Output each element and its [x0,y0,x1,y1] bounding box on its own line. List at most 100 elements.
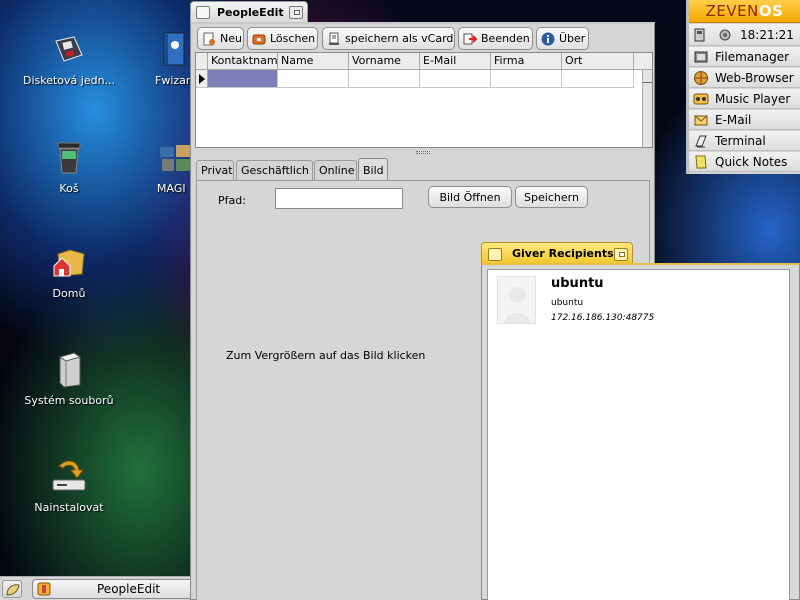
about-button[interactable]: Über [536,27,589,50]
save-image-button[interactable]: Speichern [515,186,588,208]
taskbar: PeopleEdit [0,576,190,600]
menu-item-terminal[interactable]: Terminal [689,131,800,151]
column-header-firma[interactable]: Firma [491,53,562,70]
menu-item-label: E-Mail [715,112,752,127]
clock-row: 18:21:21 [689,24,800,46]
desktop-icon-label: Nainstalovat [34,501,104,514]
column-header-name[interactable]: Name [278,53,349,70]
window-zoom-button[interactable] [614,248,628,261]
table-cell[interactable] [491,70,562,88]
email-icon [693,112,709,128]
desktop-icon-trash[interactable]: Koš [14,138,124,195]
clock: 18:21:21 [740,28,794,42]
exit-icon [463,32,478,46]
logo-text-zeven: ZEVEN [705,2,759,20]
window-zoom-button[interactable] [289,6,303,19]
peopleedit-titlebar[interactable]: PeopleEdit [190,1,308,23]
about-button-label: Über [559,32,586,45]
path-input[interactable] [275,188,403,209]
image-hint-text[interactable]: Zum Vergrößern auf das Bild klicken [226,349,425,362]
column-header-vorname[interactable]: Vorname [349,53,420,70]
recipient-address: 172.16.186.130:48775 [551,313,655,323]
window-title: PeopleEdit [217,6,284,19]
row-header-corner [196,53,208,70]
column-header-email[interactable]: E-Mail [420,53,491,70]
menu-item-email[interactable]: E-Mail [689,110,800,130]
recipients-list[interactable]: ubuntu ubuntu 172.16.186.130:48775 [487,269,790,600]
tab-geschaeftlich[interactable]: Geschäftlich [236,160,313,180]
new-button[interactable]: Neu [197,27,244,50]
scrollbar-top[interactable] [634,53,652,70]
floppy-icon [49,30,89,70]
desktop-icon-floppy[interactable]: Disketová jedn... [14,30,124,87]
menu-item-quick-notes[interactable]: Quick Notes [689,152,800,172]
delete-button-label: Löschen [270,32,316,45]
menu-item-label: Music Player [715,91,791,106]
terminal-icon [693,133,709,149]
tab-online[interactable]: Online [314,160,357,180]
quit-button[interactable]: Beenden [458,27,533,50]
tab-privat[interactable]: Privat [196,160,234,180]
contacts-table[interactable]: Kontaktnam Name Vorname E-Mail Firma Ort [195,52,653,148]
open-image-button[interactable]: Bild Öffnen [428,186,512,208]
system-icon[interactable] [694,27,706,46]
desktop-icon-home[interactable]: Domů [14,243,124,300]
web-browser-icon [693,70,709,86]
trash-icon [49,138,89,178]
table-cell[interactable] [278,70,349,88]
settings-icon[interactable] [717,27,733,46]
save-vcard-button[interactable]: speichern als vCard [322,27,455,50]
start-menu-button[interactable] [2,580,22,598]
save-document-icon [327,32,341,46]
giver-window-title: Giver Recipients [512,247,614,260]
desktop-icon-install[interactable]: Nainstalovat [14,457,124,514]
giver-frame: ubuntu ubuntu 172.16.186.130:48775 [481,263,800,600]
window-menu-button[interactable] [488,248,502,261]
vertical-scrollbar[interactable] [642,70,652,147]
desktop-icon-magi[interactable]: MAGI [135,138,195,195]
giver-window: Giver Recipients ubuntu ubuntu 172.16.18… [481,242,800,600]
column-header-ort[interactable]: Ort [562,53,634,70]
recipient-user: ubuntu [551,298,584,308]
desktop-icon-label: Systém souborů [24,394,114,407]
row-indicator[interactable] [196,70,208,88]
recipient-name: ubuntu [551,276,604,291]
new-button-label: Neu [220,32,242,45]
menu-item-music-player[interactable]: Music Player [689,89,800,109]
magi-icon [155,138,195,178]
desktop-icon-filesystem[interactable]: Systém souborů [14,350,124,407]
desktop-icon-label: MAGI [157,182,186,195]
home-folder-icon [49,243,89,283]
table-cell[interactable] [349,70,420,88]
peopleedit-app-icon [37,582,51,596]
taskbar-item-label: PeopleEdit [97,582,161,596]
info-icon [541,32,555,46]
desktop-icon-label: Fwizar [155,74,191,87]
zevenos-logo[interactable]: ZEVEN OS [689,0,800,23]
window-menu-button[interactable] [196,6,210,19]
book-icon [153,30,193,70]
current-row-arrow-icon [199,74,205,84]
column-header-kontaktname[interactable]: Kontaktnam [208,53,278,70]
logo-text-os: OS [758,2,784,20]
recipient-item[interactable]: ubuntu ubuntu 172.16.186.130:48775 [488,270,789,330]
table-cell-selected[interactable] [208,70,278,88]
leaf-icon [6,584,20,596]
giver-titlebar[interactable]: Giver Recipients [481,242,633,264]
splitter-handle[interactable] [416,151,430,154]
taskbar-item-peopleedit[interactable]: PeopleEdit [32,579,190,599]
desktop-icon-label: Domů [52,287,86,300]
desktop-icon-fwizard[interactable]: Fwizar [135,30,195,87]
menu-item-filemanager[interactable]: Filemanager [689,47,800,67]
avatar [497,276,536,324]
menu-item-web-browser[interactable]: Web-Browser [689,68,800,88]
table-cell[interactable] [562,70,634,88]
save-vcard-label: speichern als vCard [345,32,454,45]
desktop-icon-label: Disketová jedn... [22,74,116,87]
table-cell[interactable] [420,70,491,88]
delete-button[interactable]: Löschen [247,27,318,50]
quick-notes-icon [693,154,709,170]
desktop-icon-label: Koš [59,182,79,195]
harddisk-icon [49,350,89,390]
tab-bild[interactable]: Bild [358,158,388,181]
